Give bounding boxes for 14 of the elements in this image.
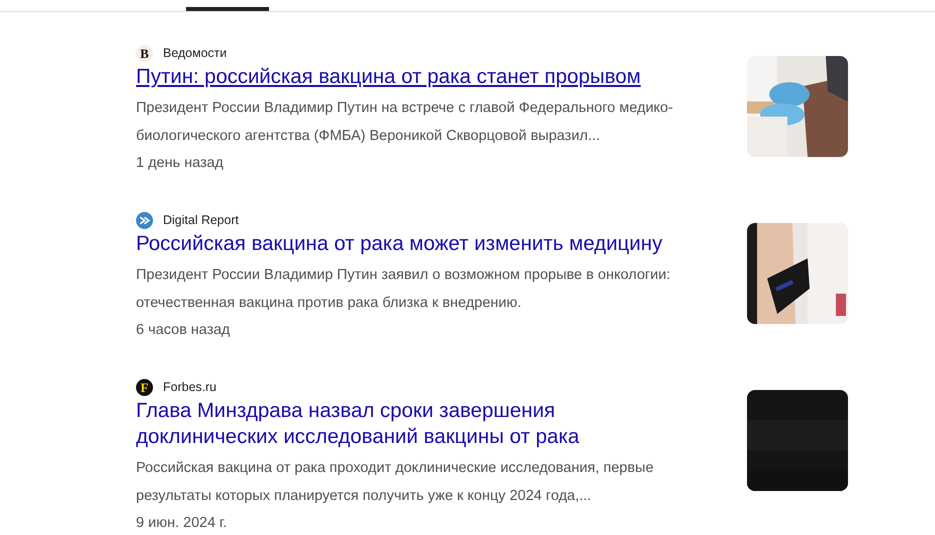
article-time: 6 часов назад xyxy=(136,321,232,340)
article-title[interactable]: Глава Минздрава назвал сроки завершения доклинических исследований вакцины от рака xyxy=(136,398,696,450)
article-title[interactable]: Путин: российская вакцина от рака станет прорывом xyxy=(136,64,696,90)
source-name[interactable]: Digital Report xyxy=(163,213,239,227)
source-logo: F xyxy=(136,378,153,396)
source-logo: В xyxy=(136,44,153,62)
source-name[interactable]: Forbes.ru xyxy=(163,380,216,394)
article-title[interactable]: Российская вакцина от рака может изменить медицину xyxy=(136,231,696,257)
source-name[interactable]: Ведомости xyxy=(163,46,227,60)
article-snippet: Президент России Владимир Путин на встрече с главой Федерального медико-биологического агентства (ФМБА) Вероникой Скворцовой выразил... xyxy=(136,99,674,146)
article-time: 1 день назад xyxy=(136,154,224,173)
article-snippet: Президент России Владимир Путин заявил о возможном прорыве в онкологии: отечественная вакцина против рака близка к внедрению. xyxy=(136,266,672,313)
article-snippet: Российская вакцина от рака проходит доклинические исследования, первые результаты которых планируется получить уже к концу 2024 года,... xyxy=(136,459,655,506)
article-time: 9 июн. 2024 г. xyxy=(136,514,228,533)
